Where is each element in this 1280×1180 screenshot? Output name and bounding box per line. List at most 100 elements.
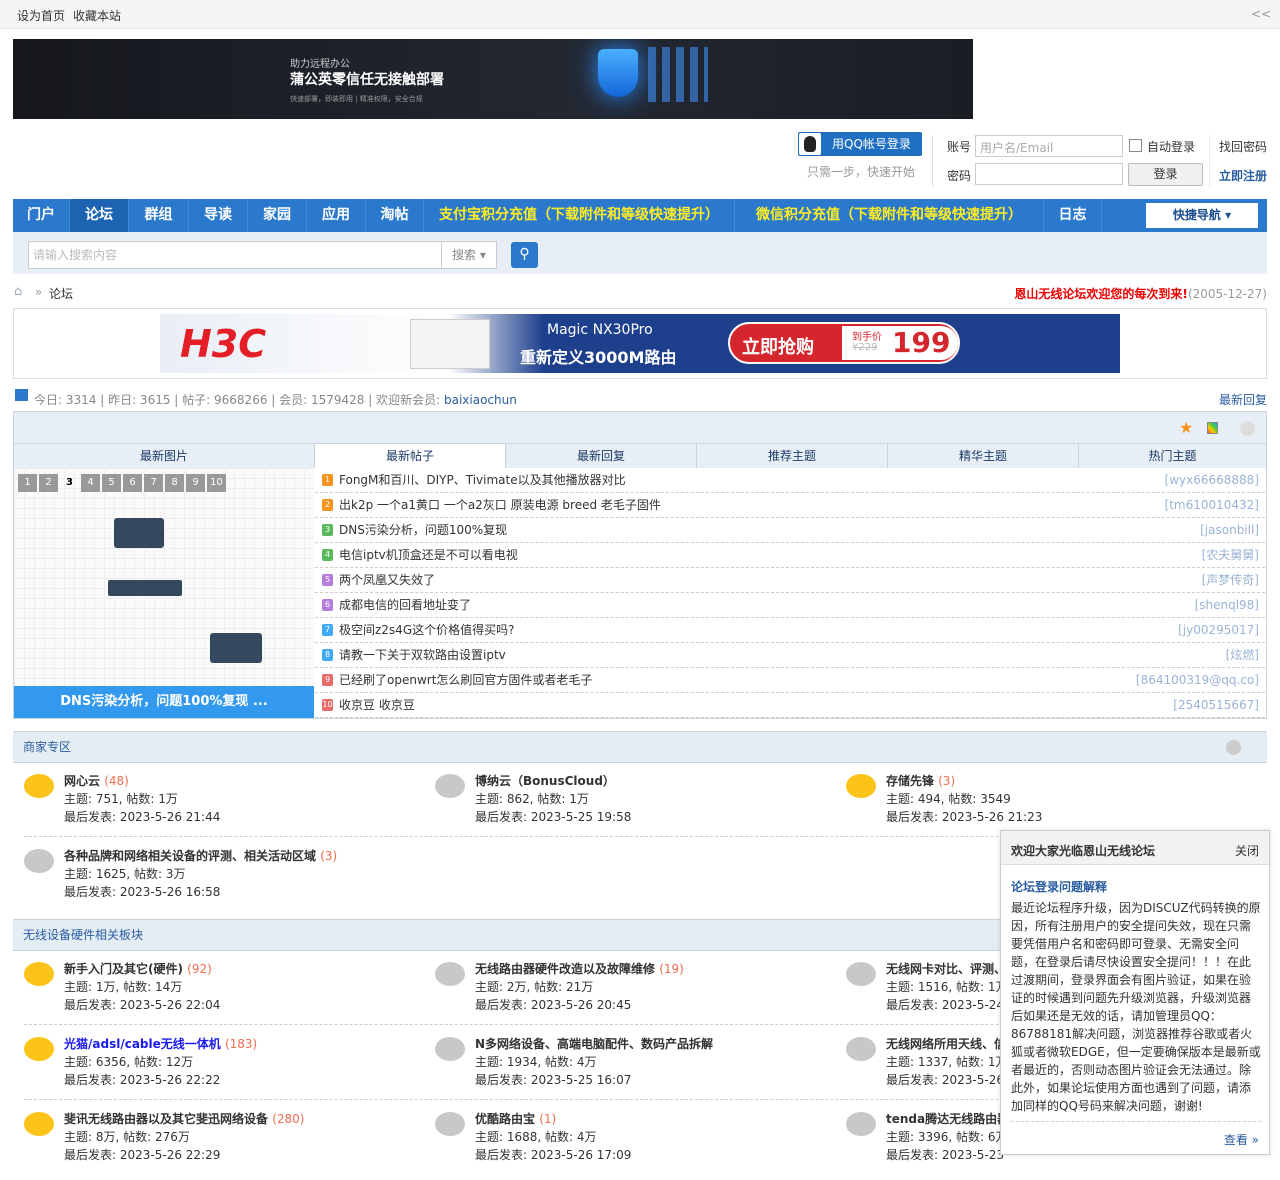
nav-collections[interactable]: 淘帖 (366, 199, 424, 232)
search-type-select[interactable]: 搜索 ▾ (441, 241, 497, 269)
popup-close-button[interactable]: 关闭 (1235, 842, 1259, 859)
post-title[interactable]: 出k2p 一个a1黄口 一个a2灰口 原装电源 breed 老毛子固件 (339, 493, 661, 517)
bookmark-link[interactable]: 收藏本站 (73, 7, 121, 24)
slide-page-10[interactable]: 10 (207, 474, 226, 492)
collapse-icon[interactable]: << (1251, 7, 1271, 21)
top-banner-ad[interactable]: 助力远程办公 蒲公英零信任无接触部署 快速部署，即装即用 | 精准权限，安全合规 (13, 39, 973, 119)
new-member-link[interactable]: baixiaochun (444, 393, 517, 407)
forum-title[interactable]: 斐讯无线路由器以及其它斐迅网络设备 (64, 1112, 268, 1126)
post-title[interactable]: FongM和百川、DIYP、Tivimate以及其他播放器对比 (339, 468, 626, 492)
forum-name[interactable]: 无线路由器硬件改造以及故障维修 (19) (475, 960, 684, 977)
nav-home[interactable]: 家园 (248, 199, 307, 232)
set-home-link[interactable]: 设为首页 (17, 7, 65, 24)
forum-item[interactable]: 各种品牌和网络相关设备的评测、相关活动区域 (3) 主题: 1625, 帖数: 3… (24, 847, 424, 917)
post-row[interactable]: 10 收京豆 收京豆 [2540515667] (315, 693, 1265, 718)
forum-item[interactable]: 优酷路由宝 (1) 主题: 1688, 帖数: 4万 最后发表: 2023-5-26… (435, 1110, 835, 1180)
post-title[interactable]: 收京豆 收京豆 (339, 693, 415, 717)
tab-recommended[interactable]: 推荐主题 (696, 444, 887, 468)
post-row[interactable]: 4 电信iptv机顶盒还是不可以看电视 [农夫舅舅] (315, 543, 1265, 568)
search-button[interactable]: ⚲ (511, 242, 538, 268)
forum-last-post[interactable]: 最后发表: 2023-5-26 21:44 (64, 808, 220, 825)
forum-last-post[interactable]: 最后发表: 2023-5-26 (886, 1071, 1004, 1088)
forum-title[interactable]: 网心云 (64, 774, 100, 788)
forum-title[interactable]: 各种品牌和网络相关设备的评测、相关活动区域 (64, 849, 316, 863)
forum-title[interactable]: N多网络设备、高端电脑配件、数码产品拆解 (475, 1037, 713, 1051)
post-author[interactable]: [864100319@qq.co] (1136, 668, 1259, 692)
latest-picture[interactable]: 1 2 3 4 5 6 7 8 9 10 DNS污染分析，问题100%复现 ... (14, 468, 314, 718)
post-row[interactable]: 6 成都电信的回看地址变了 [shenql98] (315, 593, 1265, 618)
post-author[interactable]: [jy00295017] (1178, 618, 1259, 642)
post-author[interactable]: [shenql98] (1195, 593, 1259, 617)
slide-page-9[interactable]: 9 (186, 474, 205, 492)
forum-name[interactable]: 光猫/adsl/cable无线一体机 (183) (64, 1035, 257, 1052)
post-author[interactable]: [农夫舅舅] (1202, 543, 1259, 567)
slide-page-8[interactable]: 8 (165, 474, 184, 492)
post-row[interactable]: 1 FongM和百川、DIYP、Tivimate以及其他播放器对比 [wyx6666… (315, 468, 1265, 493)
forum-last-post[interactable]: 最后发表: 2023-5-23 (886, 1146, 1004, 1163)
forum-name[interactable]: 优酷路由宝 (1) (475, 1110, 556, 1127)
forum-item[interactable]: 光猫/adsl/cable无线一体机 (183) 主题: 6356, 帖数: 12… (24, 1035, 424, 1105)
tab-latest-replies[interactable]: 最新回复 (505, 444, 696, 468)
h3c-ad[interactable]: H3C Magic NX30Pro 重新定义3000M路由 立即抢购 到手价 ¥… (160, 314, 1120, 373)
picture-caption[interactable]: DNS污染分析，问题100%复现 ... (14, 686, 314, 718)
breadcrumb-current[interactable]: 论坛 (49, 285, 73, 302)
search-input[interactable]: 请输入搜索内容 (28, 241, 442, 269)
forum-item[interactable]: 新手入门及其它(硬件) (92) 主题: 1万, 帖数: 14万 最后发表: 202… (24, 960, 424, 1030)
forum-last-post[interactable]: 最后发表: 2023-5-26 17:09 (475, 1146, 631, 1163)
nav-alipay-recharge[interactable]: 支付宝积分充值（下载附件和等级快速提升） (424, 199, 735, 232)
post-author[interactable]: [声梦传奇] (1202, 568, 1259, 592)
forum-last-post[interactable]: 最后发表: 2023-5-26 16:58 (64, 883, 220, 900)
post-row[interactable]: 7 极空间z2s4G这个价格值得买吗? [jy00295017] (315, 618, 1265, 643)
forum-name[interactable]: tenda腾达无线路由器 (886, 1110, 1009, 1127)
post-author[interactable]: [2540515667] (1173, 693, 1259, 717)
post-author[interactable]: [炫燃] (1226, 643, 1259, 667)
ad-cta[interactable]: 立即抢购 到手价 ¥229 199 (728, 322, 960, 364)
forum-name[interactable]: 新手入门及其它(硬件) (92) (64, 960, 212, 977)
slide-page-5[interactable]: 5 (102, 474, 121, 492)
post-author[interactable]: [jasonbill] (1200, 518, 1259, 542)
post-author[interactable]: [wyx66668888] (1165, 468, 1259, 492)
quick-nav-button[interactable]: 快捷导航 ▾ (1146, 203, 1258, 228)
tab-featured[interactable]: 精华主题 (887, 444, 1078, 468)
post-author[interactable]: [tm610010432] (1165, 493, 1259, 517)
nav-apps[interactable]: 应用 (307, 199, 366, 232)
username-input[interactable]: 用户名/Email (975, 135, 1123, 157)
post-title[interactable]: DNS污染分析，问题100%复现 (339, 518, 507, 542)
slide-page-1[interactable]: 1 (18, 474, 37, 492)
nav-group[interactable]: 群组 (129, 199, 189, 232)
slide-page-3[interactable]: 3 (60, 474, 79, 492)
post-row[interactable]: 5 两个凤凰又失效了 [声梦传奇] (315, 568, 1265, 593)
section-header[interactable]: 商家专区 (13, 731, 1267, 763)
forgot-password-link[interactable]: 找回密码 (1219, 138, 1267, 155)
forum-title[interactable]: 无线路由器硬件改造以及故障维修 (475, 962, 655, 976)
forum-last-post[interactable]: 最后发表: 2023-5-26 22:04 (64, 996, 220, 1013)
post-row[interactable]: 2 出k2p 一个a1黄口 一个a2灰口 原装电源 breed 老毛子固件 [tm6… (315, 493, 1265, 518)
tab-hot[interactable]: 热门主题 (1078, 444, 1266, 468)
post-row[interactable]: 3 DNS污染分析，问题100%复现 [jasonbill] (315, 518, 1265, 543)
popup-heading[interactable]: 论坛登录问题解释 (1011, 878, 1107, 895)
nav-portal[interactable]: 门户 (13, 199, 70, 232)
forum-name[interactable]: 存储先锋 (3) (886, 772, 955, 789)
forum-item[interactable]: 无线路由器硬件改造以及故障维修 (19) 主题: 2万, 帖数: 21万 最后发表:… (435, 960, 835, 1030)
forum-last-post[interactable]: 最后发表: 2023-5-26 22:29 (64, 1146, 220, 1163)
latest-reply-link[interactable]: 最新回复 (1219, 391, 1267, 408)
post-title[interactable]: 请教一下关于双软路由设置iptv (339, 643, 506, 667)
popup-more-link[interactable]: 查看 » (1224, 1131, 1259, 1148)
forum-name[interactable]: 斐讯无线路由器以及其它斐迅网络设备 (280) (64, 1110, 304, 1127)
forum-title[interactable]: tenda腾达无线路由器 (886, 1112, 1009, 1126)
slide-page-6[interactable]: 6 (123, 474, 142, 492)
forum-item[interactable]: 斐讯无线路由器以及其它斐迅网络设备 (280) 主题: 8万, 帖数: 276万最… (24, 1110, 424, 1180)
slide-page-7[interactable]: 7 (144, 474, 163, 492)
forum-name[interactable]: 网心云 (48) (64, 772, 129, 789)
nav-guide[interactable]: 导读 (189, 199, 248, 232)
forum-item[interactable]: 博纳云（BonusCloud） 主题: 862, 帖数: 1万 最后发表: 2023… (435, 772, 835, 842)
forum-last-post[interactable]: 最后发表: 2023-5-25 19:58 (475, 808, 631, 825)
slide-page-4[interactable]: 4 (81, 474, 100, 492)
forum-title[interactable]: 光猫/adsl/cable无线一体机 (64, 1037, 221, 1051)
forum-name[interactable]: 各种品牌和网络相关设备的评测、相关活动区域 (3) (64, 847, 337, 864)
forum-title[interactable]: 存储先锋 (886, 774, 934, 788)
collapse-icon[interactable] (1240, 421, 1255, 436)
auto-login-checkbox[interactable] (1129, 139, 1142, 152)
forum-name[interactable]: 博纳云（BonusCloud） (475, 772, 615, 789)
post-title[interactable]: 两个凤凰又失效了 (339, 568, 435, 592)
